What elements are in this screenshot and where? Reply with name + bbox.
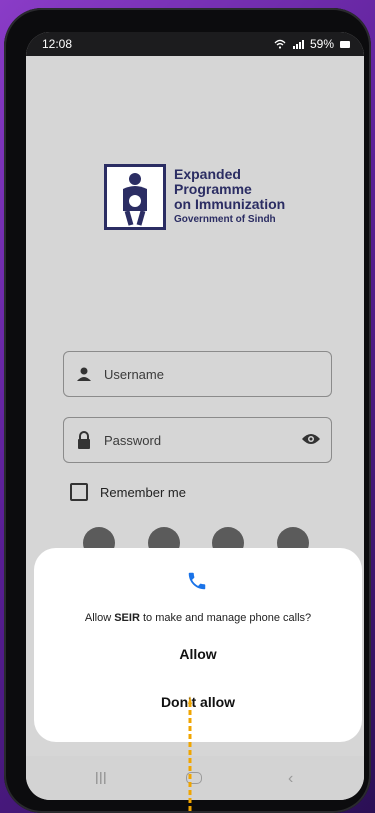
logo-text: Expanded Programme on Immunization Gover… — [174, 167, 285, 227]
remember-me-checkbox[interactable]: Remember me — [70, 483, 186, 501]
logo-line-4: Government of Sindh — [174, 214, 276, 225]
dont-allow-button[interactable]: Don't allow — [34, 694, 362, 710]
permission-message: Allow SEIR to make and manage phone call… — [34, 612, 362, 624]
status-time: 12:08 — [42, 37, 73, 51]
signal-icon — [292, 40, 304, 49]
password-field[interactable]: Password — [63, 417, 332, 463]
username-field[interactable]: Username — [63, 351, 332, 397]
logo-line-1: Expanded — [174, 166, 241, 182]
logo-emblem-icon — [104, 164, 166, 230]
system-navigation-bar: ‹ — [26, 756, 364, 800]
person-icon — [64, 367, 104, 381]
permission-dialog: Allow SEIR to make and manage phone call… — [34, 548, 362, 742]
back-icon[interactable]: ‹ — [288, 770, 293, 788]
password-placeholder: Password — [104, 432, 162, 448]
status-icons: 59% — [239, 37, 350, 51]
username-placeholder: Username — [104, 366, 164, 382]
phone-frame: 12:08 59% Expanded Programme on Immuniza… — [4, 8, 371, 813]
permission-prefix: Allow — [84, 612, 112, 624]
app-logo: Expanded Programme on Immunization Gover… — [104, 164, 285, 230]
battery-icon — [340, 40, 350, 48]
phone-call-icon — [186, 570, 208, 597]
status-bar: 12:08 59% — [26, 32, 364, 56]
logo-line-3: on Immunization — [174, 196, 286, 212]
recent-apps-icon[interactable] — [95, 772, 107, 784]
wifi-icon — [274, 39, 286, 49]
screen: 12:08 59% Expanded Programme on Immuniza… — [26, 32, 364, 800]
checkbox-box[interactable] — [70, 483, 88, 501]
remember-me-label: Remember me — [100, 484, 186, 500]
permission-suffix: to make and manage phone calls? — [142, 612, 312, 624]
permission-app-name: SEIR — [114, 612, 140, 624]
logo-line-2: Programme — [174, 181, 252, 197]
battery-percent: 59% — [309, 37, 334, 51]
lock-icon — [64, 431, 104, 449]
show-password-eye-icon[interactable] — [301, 432, 321, 449]
allow-button[interactable]: Allow — [34, 646, 362, 662]
annotation-arrow-icon — [188, 696, 192, 813]
